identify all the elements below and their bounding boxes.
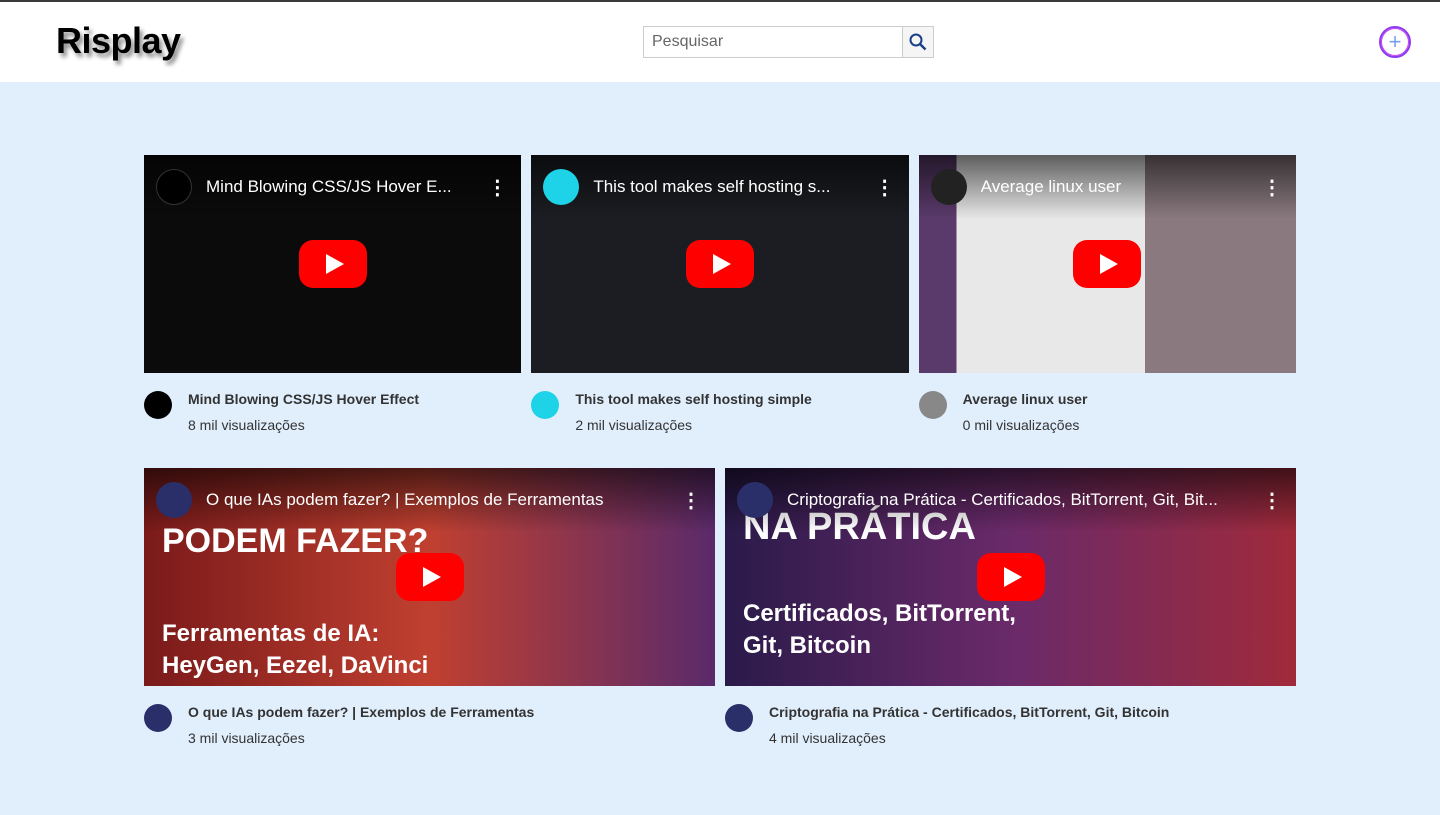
more-icon[interactable]: ⋮ [679,488,703,513]
video-row: Mind Blowing CSS/JS Hover E... ⋮ Mind Blo… [144,155,1296,433]
player-title[interactable]: This tool makes self hosting s... [593,177,872,197]
video-card: NA PRÁTICA Certificados, BitTorrent, Git… [725,468,1296,746]
more-icon[interactable]: ⋮ [485,175,509,200]
video-player[interactable]: Mind Blowing CSS/JS Hover E... ⋮ [144,155,522,373]
play-button[interactable] [298,240,367,288]
video-title[interactable]: Mind Blowing CSS/JS Hover Effect [188,391,419,407]
channel-avatar[interactable] [543,169,580,205]
play-button[interactable] [395,553,464,601]
search-bar [643,26,934,58]
video-player[interactable]: This tool makes self hosting s... ⋮ [531,155,909,373]
video-title[interactable]: O que IAs podem fazer? | Exemplos de Fer… [188,704,534,720]
view-count: 3 mil visualizações [188,730,305,746]
thumbnail-text: Certificados, BitTorrent, [743,600,1016,627]
player-title[interactable]: Average linux user [981,177,1260,197]
player-title[interactable]: Criptografia na Prática - Certificados, … [787,490,1260,510]
search-input[interactable] [644,27,902,57]
video-card: This tool makes self hosting s... ⋮ This … [531,155,909,433]
video-title[interactable]: This tool makes self hosting simple [575,391,812,407]
player-title[interactable]: Mind Blowing CSS/JS Hover E... [206,177,485,197]
logo[interactable]: Risplay [56,20,181,62]
play-button[interactable] [685,240,754,288]
view-count: 4 mil visualizações [769,730,886,746]
thumbnail-text: HeyGen, Eezel, DaVinci [162,652,429,679]
video-title[interactable]: Average linux user [963,391,1088,407]
more-icon[interactable]: ⋮ [1260,175,1284,200]
video-card: PODEM FAZER? Ferramentas de IA: HeyGen, … [144,468,715,746]
video-player[interactable]: PODEM FAZER? Ferramentas de IA: HeyGen, … [144,468,715,686]
avatar [144,391,172,419]
player-title[interactable]: O que IAs podem fazer? | Exemplos de Fer… [206,490,679,510]
video-card: Average linux user ⋮ Average linux user 0 … [918,155,1296,433]
avatar [144,704,172,732]
video-player[interactable]: Average linux user ⋮ [918,155,1296,373]
video-title[interactable]: Criptografia na Prática - Certificados, … [769,704,1169,720]
channel-avatar[interactable] [156,482,192,518]
video-card: Mind Blowing CSS/JS Hover E... ⋮ Mind Blo… [144,155,522,433]
avatar [725,704,753,732]
search-button[interactable] [902,27,933,57]
header: Risplay + [0,2,1440,82]
play-button[interactable] [976,553,1045,601]
plus-icon: + [1388,29,1402,54]
add-video-button[interactable]: + [1379,26,1411,58]
view-count: 8 mil visualizações [188,417,305,433]
video-player[interactable]: NA PRÁTICA Certificados, BitTorrent, Git… [725,468,1296,686]
thumbnail-text: Git, Bitcoin [743,632,871,659]
search-icon [909,33,927,51]
video-row: PODEM FAZER? Ferramentas de IA: HeyGen, … [144,468,1296,746]
channel-avatar[interactable] [930,169,967,205]
view-count: 0 mil visualizações [962,417,1080,433]
avatar [918,391,947,419]
more-icon[interactable]: ⋮ [873,175,897,200]
avatar [531,391,560,419]
view-count: 2 mil visualizações [575,417,693,433]
thumbnail-text: Ferramentas de IA: [162,620,380,647]
play-button[interactable] [1073,240,1142,288]
channel-avatar[interactable] [156,169,192,205]
more-icon[interactable]: ⋮ [1260,488,1284,513]
channel-avatar[interactable] [737,482,773,518]
